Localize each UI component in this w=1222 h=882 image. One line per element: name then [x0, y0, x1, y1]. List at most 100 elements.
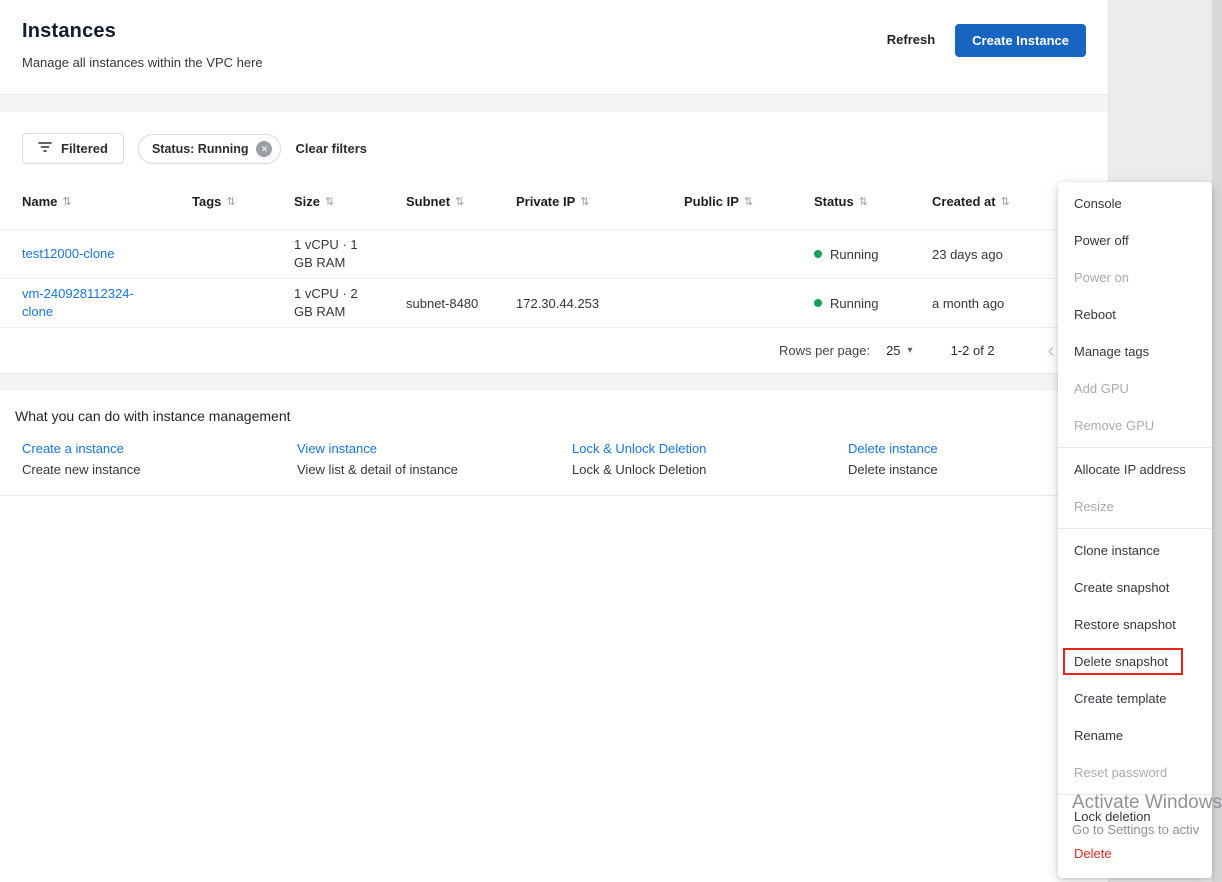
column-header-label: Subnet [406, 194, 451, 209]
menu-item-console[interactable]: Console [1058, 185, 1212, 222]
instance-link[interactable]: vm-240928112324-clone [22, 285, 144, 321]
column-header-tags[interactable]: Tags ⇅ [192, 194, 294, 209]
sort-icon: ⇅ [580, 196, 590, 208]
rows-per-page-value: 25 [886, 343, 901, 358]
cell-tags [192, 248, 294, 260]
menu-item-lock-deletion[interactable]: Lock deletion [1058, 798, 1212, 835]
refresh-button[interactable]: Refresh [883, 24, 939, 55]
page-header: Instances Manage all instances within th… [0, 0, 1108, 95]
help-item-desc: Create new instance [22, 462, 141, 477]
sort-icon: ⇅ [743, 196, 754, 208]
header-actions: Refresh Create Instance [883, 20, 1086, 94]
rows-per-page-label: Rows per page: [779, 343, 871, 358]
menu-item-create-snapshot[interactable]: Create snapshot [1058, 569, 1212, 606]
menu-item-restore-snapshot[interactable]: Restore snapshot [1058, 606, 1212, 643]
scrollbar[interactable] [1212, 0, 1222, 882]
column-header-label: Created at [932, 194, 996, 209]
size-value: 1 vCPU · 1 GB RAM [294, 237, 358, 270]
instances-card: Filtered Status: Running ✕ Clear filters… [0, 112, 1108, 374]
filtered-button-label: Filtered [61, 141, 108, 156]
menu-item-rename[interactable]: Rename [1058, 717, 1212, 754]
sort-icon: ⇅ [62, 196, 72, 208]
column-header-public-ip[interactable]: Public IP ⇅ [684, 194, 814, 209]
column-header-label: Tags [192, 194, 222, 209]
status-label: Running [830, 246, 879, 262]
instance-actions-menu: Console Power off Power on Reboot Manage… [1058, 182, 1212, 878]
menu-item-delete-snapshot[interactable]: Delete snapshot [1058, 643, 1212, 680]
help-item-desc: View list & detail of instance [297, 462, 458, 477]
table-header-row: Name ⇅ Tags ⇅ Size ⇅ Subnet ⇅ Private IP ⇅ Pu… [0, 174, 1108, 229]
cell-tags [192, 297, 294, 309]
menu-item-resize: Resize [1074, 499, 1114, 514]
column-header-label: Public IP [684, 194, 739, 209]
menu-item-remove-gpu: Remove GPU [1074, 418, 1155, 433]
cell-public-ip [684, 248, 814, 260]
cell-size: 1 vCPU · 1 GB RAM [294, 230, 406, 278]
chip-close-icon[interactable]: ✕ [256, 140, 273, 157]
status-running-icon [814, 250, 822, 258]
cell-name: test12000-clone [22, 239, 192, 269]
rows-per-page-select[interactable]: 25 ▾ [886, 343, 913, 358]
help-section: What you can do with instance management… [0, 391, 1108, 496]
status-running-icon [814, 299, 822, 307]
menu-item-allocate-ip-address[interactable]: Allocate IP address [1058, 451, 1212, 488]
menu-item-clone-instance[interactable]: Clone instance [1058, 532, 1212, 569]
status-label: Running [830, 295, 879, 311]
menu-item-reset-password: Reset password [1074, 765, 1168, 780]
filter-icon [38, 141, 52, 156]
create-instance-button[interactable]: Create Instance [955, 24, 1086, 57]
sort-icon: ⇅ [226, 196, 236, 208]
menu-divider [1058, 447, 1212, 448]
column-header-subnet[interactable]: Subnet ⇅ [406, 194, 516, 209]
clear-filters-button[interactable]: Clear filters [295, 141, 367, 156]
cell-status: Running [814, 241, 932, 268]
column-header-label: Status [814, 194, 854, 209]
section-gap [0, 95, 1108, 112]
cell-subnet: subnet-8480 [406, 295, 479, 311]
pagination-range: 1-2 of 2 [950, 343, 995, 358]
cell-size: 1 vCPU · 2 GB RAM [294, 279, 406, 327]
menu-item-label: Delete snapshot [1074, 654, 1168, 669]
status-filter-chip-label: Status: Running [151, 141, 249, 156]
menu-item-reboot[interactable]: Reboot [1058, 296, 1212, 333]
page-title: Instances [22, 20, 117, 42]
column-header-name[interactable]: Name ⇅ [22, 194, 192, 209]
column-header-private-ip[interactable]: Private IP ⇅ [516, 194, 684, 209]
pagination-bar: Rows per page: 25 ▾ 1-2 of 2 ‹ › [0, 327, 1108, 373]
menu-divider [1058, 528, 1212, 529]
filtered-button[interactable]: Filtered [22, 133, 124, 164]
sort-icon: ⇅ [325, 196, 335, 208]
column-header-label: Name [22, 194, 58, 209]
lock-unlock-deletion-link[interactable]: Lock & Unlock Deletion [572, 441, 848, 456]
cell-status: Running [814, 290, 932, 317]
create-instance-link[interactable]: Create a instance [22, 441, 297, 456]
column-header-size[interactable]: Size ⇅ [294, 194, 406, 209]
page-header-text: Instances Manage all instances within th… [22, 20, 263, 94]
sort-icon: ⇅ [1000, 196, 1010, 208]
menu-item-delete[interactable]: Delete [1058, 835, 1212, 872]
help-item-view-instance: View instance View list & detail of inst… [297, 441, 572, 477]
instance-link[interactable]: test12000-clone [22, 245, 115, 263]
column-header-label: Private IP [516, 194, 576, 209]
help-item-lock-unlock-deletion: Lock & Unlock Deletion Lock & Unlock Del… [572, 441, 848, 477]
table-row: test12000-clone 1 vCPU · 1 GB RAM Runnin… [0, 229, 1108, 278]
column-header-status[interactable]: Status ⇅ [814, 194, 932, 209]
cell-name: vm-240928112324-clone [22, 279, 192, 327]
filter-bar: Filtered Status: Running ✕ Clear filters [0, 133, 1108, 164]
menu-item-power-on: Power on [1074, 270, 1129, 285]
main-content: Instances Manage all instances within th… [0, 0, 1108, 496]
section-gap [0, 374, 1108, 391]
view-instance-link[interactable]: View instance [297, 441, 572, 456]
target-highlight-box: Delete snapshot [1063, 648, 1183, 675]
menu-item-create-template[interactable]: Create template [1058, 680, 1212, 717]
menu-item-manage-tags[interactable]: Manage tags [1058, 333, 1212, 370]
sort-icon: ⇅ [455, 196, 465, 208]
status-filter-chip[interactable]: Status: Running ✕ [137, 133, 282, 164]
cell-private-ip [516, 248, 684, 260]
table-row: vm-240928112324-clone 1 vCPU · 2 GB RAM … [0, 278, 1108, 327]
cell-subnet [406, 248, 516, 260]
menu-item-power-off[interactable]: Power off [1058, 222, 1212, 259]
sort-icon: ⇅ [858, 196, 868, 208]
cell-private-ip: 172.30.44.253 [516, 295, 600, 311]
menu-divider [1058, 794, 1212, 795]
